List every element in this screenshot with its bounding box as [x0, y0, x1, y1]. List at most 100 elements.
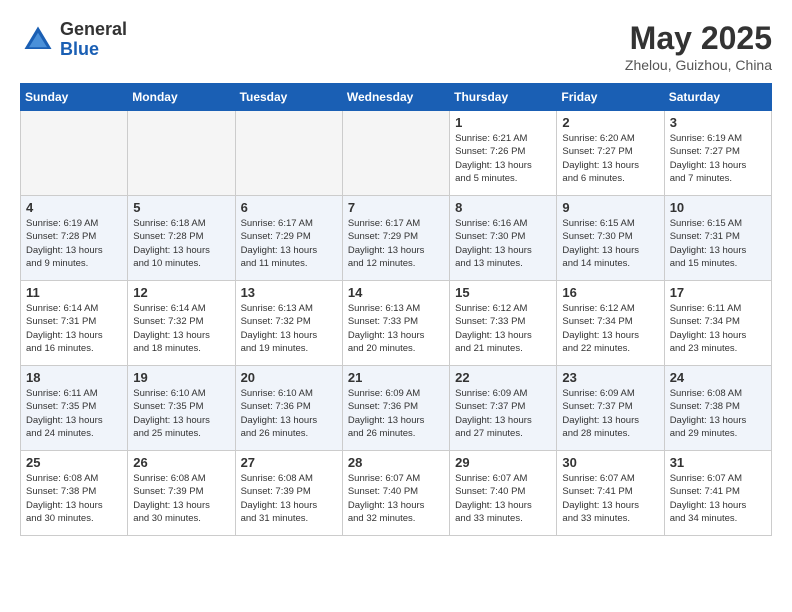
day-number: 26 — [133, 455, 229, 470]
day-number: 27 — [241, 455, 337, 470]
day-number: 5 — [133, 200, 229, 215]
day-info: Sunrise: 6:08 AM Sunset: 7:38 PM Dayligh… — [26, 472, 122, 525]
calendar-table: SundayMondayTuesdayWednesdayThursdayFrid… — [20, 83, 772, 536]
day-info: Sunrise: 6:21 AM Sunset: 7:26 PM Dayligh… — [455, 132, 551, 185]
day-number: 9 — [562, 200, 658, 215]
title-block: May 2025 Zhelou, Guizhou, China — [625, 20, 772, 73]
calendar-day-cell: 8Sunrise: 6:16 AM Sunset: 7:30 PM Daylig… — [450, 196, 557, 281]
calendar-week-row: 1 Sunrise: 6:21 AM Sunset: 7:26 PM Daylig… — [21, 111, 772, 196]
day-number: 23 — [562, 370, 658, 385]
day-info: Sunrise: 6:19 AM Sunset: 7:28 PM Dayligh… — [26, 217, 122, 270]
weekday-header: Tuesday — [235, 84, 342, 111]
calendar-day-cell: 11 Sunrise: 6:14 AM Sunset: 7:31 PM Dayli… — [21, 281, 128, 366]
day-info: Sunrise: 6:13 AM Sunset: 7:33 PM Dayligh… — [348, 302, 444, 355]
day-info: Sunrise: 6:08 AM Sunset: 7:38 PM Dayligh… — [670, 387, 766, 440]
calendar-day-cell: 1 Sunrise: 6:21 AM Sunset: 7:26 PM Daylig… — [450, 111, 557, 196]
day-number: 18 — [26, 370, 122, 385]
calendar-day-cell: 18 Sunrise: 6:11 AM Sunset: 7:35 PM Dayli… — [21, 366, 128, 451]
day-info: Sunrise: 6:17 AM Sunset: 7:29 PM Dayligh… — [241, 217, 337, 270]
day-info: Sunrise: 6:10 AM Sunset: 7:35 PM Dayligh… — [133, 387, 229, 440]
day-number: 31 — [670, 455, 766, 470]
calendar-day-cell: 30 Sunrise: 6:07 AM Sunset: 7:41 PM Dayli… — [557, 451, 664, 536]
calendar-day-cell: 24 Sunrise: 6:08 AM Sunset: 7:38 PM Dayli… — [664, 366, 771, 451]
calendar-day-cell: 6 Sunrise: 6:17 AM Sunset: 7:29 PM Daylig… — [235, 196, 342, 281]
day-info: Sunrise: 6:12 AM Sunset: 7:33 PM Dayligh… — [455, 302, 551, 355]
month-title: May 2025 — [625, 20, 772, 57]
day-number: 25 — [26, 455, 122, 470]
day-info: Sunrise: 6:08 AM Sunset: 7:39 PM Dayligh… — [133, 472, 229, 525]
location: Zhelou, Guizhou, China — [625, 57, 772, 73]
calendar-day-cell: 29 Sunrise: 6:07 AM Sunset: 7:40 PM Dayli… — [450, 451, 557, 536]
calendar-day-cell: 15 Sunrise: 6:12 AM Sunset: 7:33 PM Dayli… — [450, 281, 557, 366]
weekday-header: Thursday — [450, 84, 557, 111]
weekday-header: Wednesday — [342, 84, 449, 111]
calendar-day-cell — [21, 111, 128, 196]
day-number: 10 — [670, 200, 766, 215]
logo-icon — [20, 22, 56, 58]
day-number: 1 — [455, 115, 551, 130]
day-info: Sunrise: 6:15 AM Sunset: 7:30 PM Dayligh… — [562, 217, 658, 270]
calendar-day-cell: 3Sunrise: 6:19 AM Sunset: 7:27 PM Daylig… — [664, 111, 771, 196]
day-info: Sunrise: 6:18 AM Sunset: 7:28 PM Dayligh… — [133, 217, 229, 270]
calendar-day-cell: 7Sunrise: 6:17 AM Sunset: 7:29 PM Daylig… — [342, 196, 449, 281]
day-number: 6 — [241, 200, 337, 215]
day-info: Sunrise: 6:07 AM Sunset: 7:41 PM Dayligh… — [670, 472, 766, 525]
day-info: Sunrise: 6:07 AM Sunset: 7:41 PM Dayligh… — [562, 472, 658, 525]
calendar-day-cell: 23Sunrise: 6:09 AM Sunset: 7:37 PM Dayli… — [557, 366, 664, 451]
calendar-day-cell: 10Sunrise: 6:15 AM Sunset: 7:31 PM Dayli… — [664, 196, 771, 281]
day-info: Sunrise: 6:08 AM Sunset: 7:39 PM Dayligh… — [241, 472, 337, 525]
calendar-day-cell: 2 Sunrise: 6:20 AM Sunset: 7:27 PM Daylig… — [557, 111, 664, 196]
day-number: 14 — [348, 285, 444, 300]
calendar-week-row: 11 Sunrise: 6:14 AM Sunset: 7:31 PM Dayli… — [21, 281, 772, 366]
day-number: 3 — [670, 115, 766, 130]
day-number: 17 — [670, 285, 766, 300]
calendar-day-cell — [235, 111, 342, 196]
day-number: 21 — [348, 370, 444, 385]
calendar-day-cell: 28Sunrise: 6:07 AM Sunset: 7:40 PM Dayli… — [342, 451, 449, 536]
day-info: Sunrise: 6:10 AM Sunset: 7:36 PM Dayligh… — [241, 387, 337, 440]
day-number: 11 — [26, 285, 122, 300]
weekday-header-row: SundayMondayTuesdayWednesdayThursdayFrid… — [21, 84, 772, 111]
page-header: General Blue May 2025 Zhelou, Guizhou, C… — [20, 20, 772, 73]
day-number: 30 — [562, 455, 658, 470]
day-number: 2 — [562, 115, 658, 130]
calendar-day-cell: 31 Sunrise: 6:07 AM Sunset: 7:41 PM Dayli… — [664, 451, 771, 536]
day-info: Sunrise: 6:16 AM Sunset: 7:30 PM Dayligh… — [455, 217, 551, 270]
logo: General Blue — [20, 20, 127, 60]
day-number: 12 — [133, 285, 229, 300]
day-info: Sunrise: 6:13 AM Sunset: 7:32 PM Dayligh… — [241, 302, 337, 355]
logo-text: General Blue — [60, 20, 127, 60]
weekday-header: Saturday — [664, 84, 771, 111]
calendar-week-row: 25 Sunrise: 6:08 AM Sunset: 7:38 PM Dayli… — [21, 451, 772, 536]
day-number: 22 — [455, 370, 551, 385]
calendar-day-cell: 22 Sunrise: 6:09 AM Sunset: 7:37 PM Dayli… — [450, 366, 557, 451]
weekday-header: Sunday — [21, 84, 128, 111]
calendar-day-cell — [342, 111, 449, 196]
calendar-week-row: 4Sunrise: 6:19 AM Sunset: 7:28 PM Daylig… — [21, 196, 772, 281]
day-number: 24 — [670, 370, 766, 385]
calendar-day-cell: 25 Sunrise: 6:08 AM Sunset: 7:38 PM Dayli… — [21, 451, 128, 536]
calendar-day-cell: 5 Sunrise: 6:18 AM Sunset: 7:28 PM Daylig… — [128, 196, 235, 281]
calendar-day-cell: 9 Sunrise: 6:15 AM Sunset: 7:30 PM Daylig… — [557, 196, 664, 281]
day-info: Sunrise: 6:20 AM Sunset: 7:27 PM Dayligh… — [562, 132, 658, 185]
day-number: 19 — [133, 370, 229, 385]
weekday-header: Monday — [128, 84, 235, 111]
day-info: Sunrise: 6:07 AM Sunset: 7:40 PM Dayligh… — [455, 472, 551, 525]
day-info: Sunrise: 6:14 AM Sunset: 7:31 PM Dayligh… — [26, 302, 122, 355]
day-number: 16 — [562, 285, 658, 300]
day-info: Sunrise: 6:11 AM Sunset: 7:35 PM Dayligh… — [26, 387, 122, 440]
calendar-day-cell: 4Sunrise: 6:19 AM Sunset: 7:28 PM Daylig… — [21, 196, 128, 281]
weekday-header: Friday — [557, 84, 664, 111]
calendar-week-row: 18 Sunrise: 6:11 AM Sunset: 7:35 PM Dayli… — [21, 366, 772, 451]
day-info: Sunrise: 6:09 AM Sunset: 7:37 PM Dayligh… — [455, 387, 551, 440]
calendar-day-cell: 21Sunrise: 6:09 AM Sunset: 7:36 PM Dayli… — [342, 366, 449, 451]
day-number: 7 — [348, 200, 444, 215]
day-number: 29 — [455, 455, 551, 470]
calendar-day-cell: 17Sunrise: 6:11 AM Sunset: 7:34 PM Dayli… — [664, 281, 771, 366]
calendar-day-cell: 14 Sunrise: 6:13 AM Sunset: 7:33 PM Dayli… — [342, 281, 449, 366]
calendar-day-cell: 12Sunrise: 6:14 AM Sunset: 7:32 PM Dayli… — [128, 281, 235, 366]
day-number: 15 — [455, 285, 551, 300]
day-info: Sunrise: 6:12 AM Sunset: 7:34 PM Dayligh… — [562, 302, 658, 355]
calendar-day-cell — [128, 111, 235, 196]
calendar-day-cell: 26 Sunrise: 6:08 AM Sunset: 7:39 PM Dayli… — [128, 451, 235, 536]
